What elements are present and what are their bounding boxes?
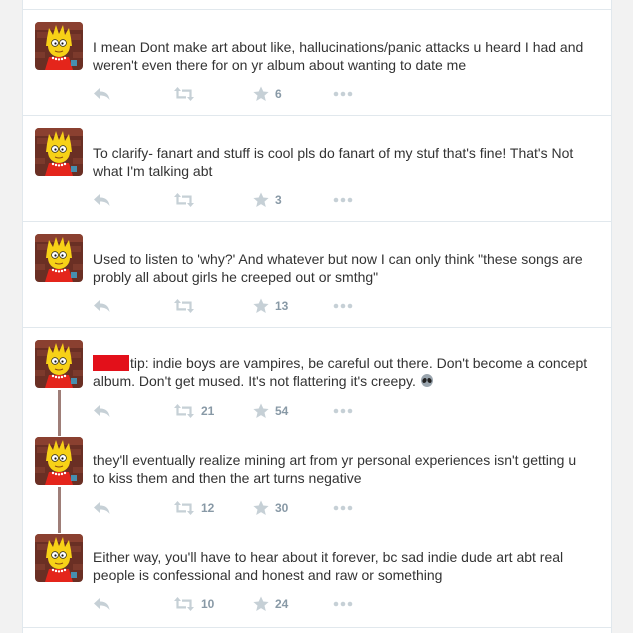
more-icon [333, 408, 353, 414]
tweet-text-line-1: To clarify- fanart and stuff is cool pls… [93, 145, 574, 161]
more-button[interactable] [333, 594, 353, 614]
tweet-5[interactable]: they'll eventually realize mining art fr… [23, 425, 611, 522]
tweet-actions: 21 54 [93, 401, 393, 421]
retweet-icon [173, 86, 195, 102]
tweet-timeline: I mean Dont make art about like, halluci… [22, 0, 612, 633]
tweet-text-line-1: Used to listen to 'why?' And whatever bu… [93, 251, 583, 267]
retweet-button[interactable]: 10 [173, 594, 214, 614]
retweet-button[interactable] [173, 190, 201, 210]
alien-icon [420, 374, 433, 387]
star-icon [253, 596, 269, 612]
tweet-text-line-1: Either way, you'll have to hear about it… [93, 549, 564, 565]
avatar[interactable] [35, 437, 83, 485]
tweet-1[interactable]: I mean Dont make art about like, halluci… [23, 10, 611, 116]
reply-button[interactable] [93, 296, 111, 316]
tweet-text: I mean Dont make art about like, halluci… [93, 38, 603, 74]
star-icon [253, 298, 269, 314]
like-button[interactable]: 54 [253, 401, 288, 421]
reply-button[interactable] [93, 190, 111, 210]
tweet-actions: 10 24 [93, 594, 393, 614]
retweet-icon [173, 596, 195, 612]
reply-icon [93, 192, 111, 208]
tweet-text-line-1: I mean Dont make art about like, halluci… [93, 39, 584, 55]
like-button[interactable]: 6 [253, 84, 282, 104]
reply-icon [93, 500, 111, 516]
reply-icon [93, 596, 111, 612]
tweet-text-line-2: probly all about girls he creeped out or… [93, 269, 379, 285]
avatar[interactable] [35, 534, 83, 582]
retweet-button[interactable] [173, 296, 201, 316]
star-icon [253, 192, 269, 208]
tweet-text-line-2: what I'm talking abt [93, 163, 213, 179]
retweet-count: 21 [201, 404, 215, 418]
tweet-text: To clarify- fanart and stuff is cool pls… [93, 144, 603, 180]
tweet-4[interactable]: tip: indie boys are vampires, be careful… [23, 328, 611, 425]
tweet-actions: 12 30 [93, 498, 393, 518]
divider [23, 9, 611, 10]
redaction-bar [93, 355, 129, 371]
like-count: 13 [275, 299, 289, 313]
retweet-icon [173, 192, 195, 208]
reply-icon [93, 298, 111, 314]
more-button[interactable] [333, 498, 353, 518]
retweet-count: 10 [201, 597, 215, 611]
like-count: 30 [275, 501, 289, 515]
like-count: 6 [275, 87, 282, 101]
like-button[interactable]: 30 [253, 498, 288, 518]
tweet-text: they'll eventually realize mining art fr… [93, 451, 603, 487]
more-icon [333, 303, 353, 309]
tweet-text-line-2: people is confessional and honest and ra… [93, 567, 443, 583]
reply-icon [93, 403, 111, 419]
more-icon [333, 197, 353, 203]
retweet-button[interactable]: 21 [173, 401, 214, 421]
tweet-text: Used to listen to 'why?' And whatever bu… [93, 250, 603, 286]
tweet-text-line-1: they'll eventually realize mining art fr… [93, 452, 577, 468]
tweet-actions: 6 [93, 84, 393, 104]
like-button[interactable]: 24 [253, 594, 288, 614]
more-button[interactable] [333, 401, 353, 421]
like-count: 54 [275, 404, 289, 418]
more-button[interactable] [333, 296, 353, 316]
tweet-actions: 13 [93, 296, 393, 316]
retweet-count: 12 [201, 501, 215, 515]
more-button[interactable] [333, 190, 353, 210]
tweet-6[interactable]: Either way, you'll have to hear about it… [23, 522, 611, 628]
reply-button[interactable] [93, 84, 111, 104]
tweet-3[interactable]: Used to listen to 'why?' And whatever bu… [23, 222, 611, 328]
reply-icon [93, 86, 111, 102]
tweet-text-line-2: album. Don't get mused. It's not flatter… [93, 373, 416, 389]
more-icon [333, 505, 353, 511]
reply-button[interactable] [93, 498, 111, 518]
more-icon [333, 601, 353, 607]
retweet-button[interactable]: 12 [173, 498, 214, 518]
avatar[interactable] [35, 22, 83, 70]
tweet-text: Either way, you'll have to hear about it… [93, 548, 603, 584]
avatar[interactable] [35, 234, 83, 282]
tweet-actions: 3 [93, 190, 393, 210]
star-icon [253, 500, 269, 516]
avatar[interactable] [35, 128, 83, 176]
like-count: 3 [275, 193, 282, 207]
retweet-icon [173, 298, 195, 314]
like-button[interactable]: 13 [253, 296, 288, 316]
star-icon [253, 403, 269, 419]
tweet-2[interactable]: To clarify- fanart and stuff is cool pls… [23, 116, 611, 222]
tweet-text-line-1: tip: indie boys are vampires, be careful… [130, 355, 588, 371]
like-count: 24 [275, 597, 289, 611]
retweet-button[interactable] [173, 84, 201, 104]
reply-button[interactable] [93, 594, 111, 614]
retweet-icon [173, 500, 195, 516]
more-button[interactable] [333, 84, 353, 104]
tweet-text-line-2: weren't even there for on yr album about… [93, 57, 467, 73]
more-icon [333, 91, 353, 97]
tweet-text-line-2: to kiss them and then the art turns nega… [93, 470, 362, 486]
reply-button[interactable] [93, 401, 111, 421]
retweet-icon [173, 403, 195, 419]
tweet-text: tip: indie boys are vampires, be careful… [93, 354, 603, 390]
star-icon [253, 86, 269, 102]
like-button[interactable]: 3 [253, 190, 282, 210]
avatar[interactable] [35, 340, 83, 388]
